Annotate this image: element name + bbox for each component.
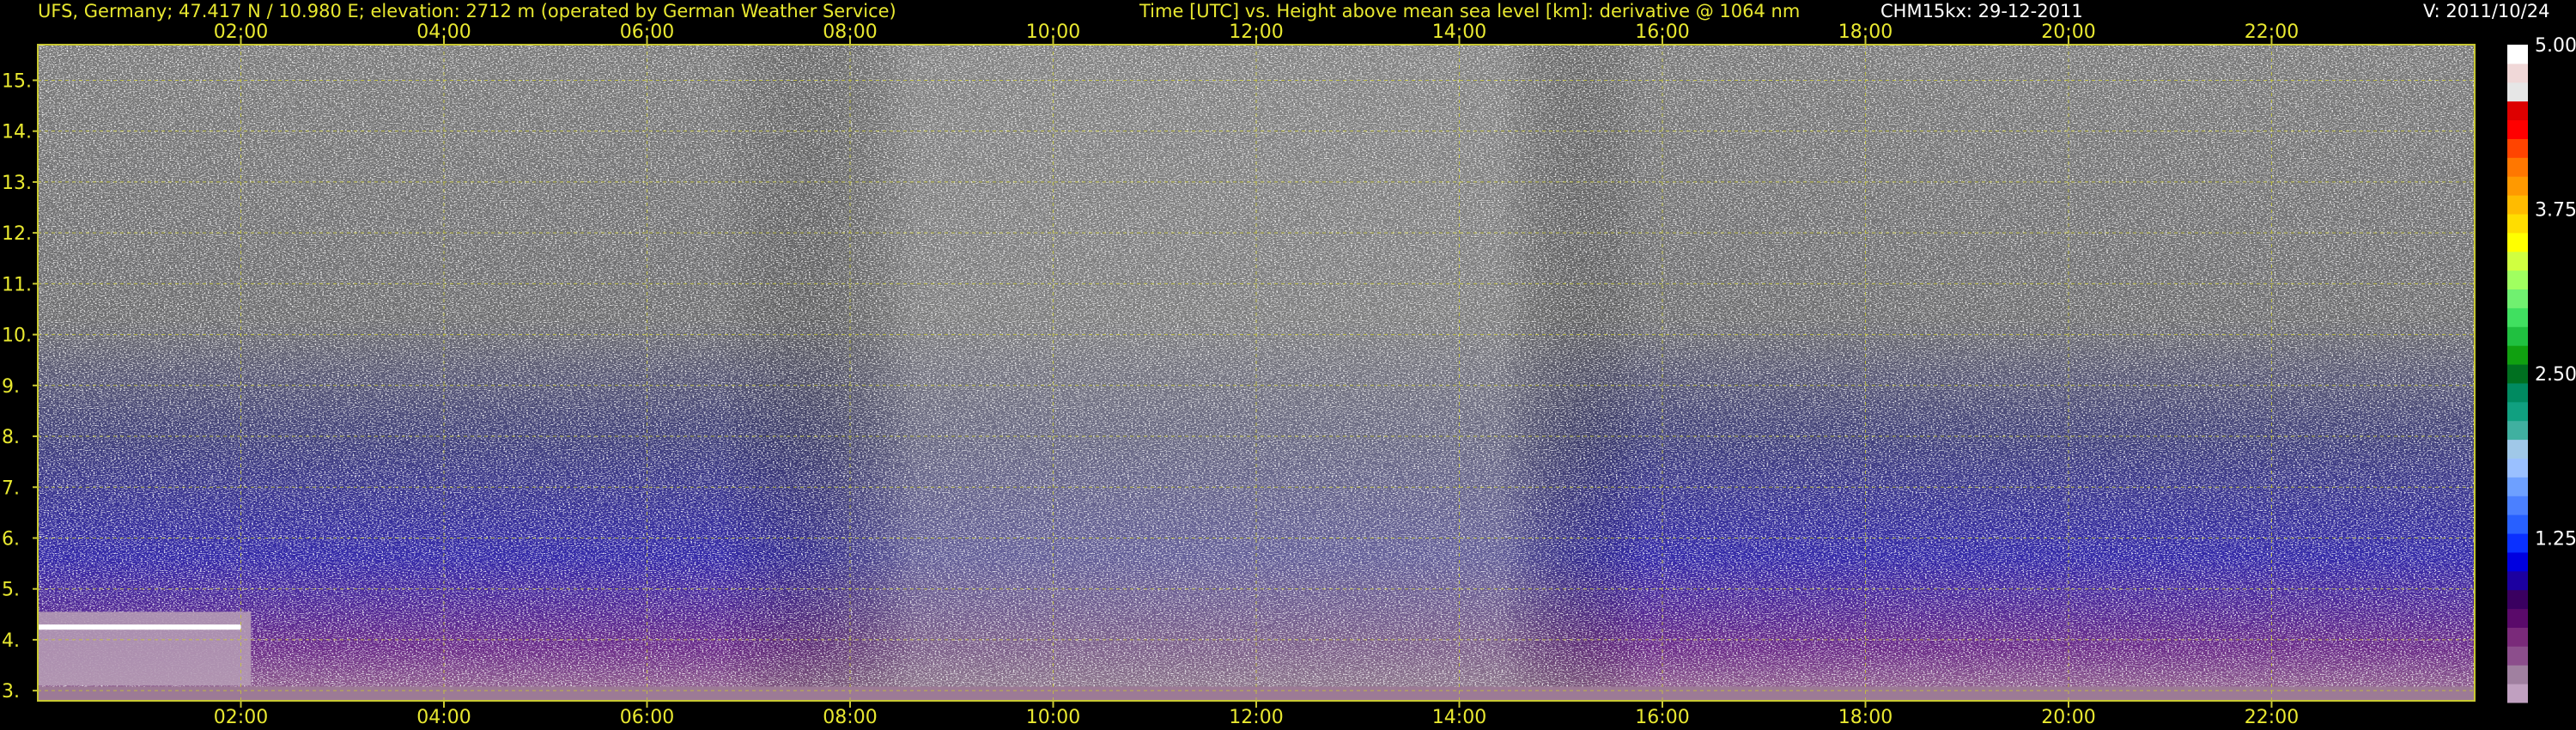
x-tick-label-bottom: 18:00 (1838, 707, 1893, 728)
x-tick-label-bottom: 22:00 (2245, 707, 2299, 728)
colorbar-swatch (2507, 326, 2528, 346)
colorbar-swatch (2507, 551, 2528, 572)
backscatter-chart: 02:00 02:00 04:00 04:00 06:00 06:00 08:00 08:00… (2, 21, 2576, 728)
x-tick-label-top: 04:00 (416, 21, 471, 43)
x-tick-label-bottom: 12:00 (1229, 707, 1283, 728)
y-tick-label: 7. (2, 478, 20, 499)
x-tick-label-bottom: 10:00 (1026, 707, 1080, 728)
colorbar-tick-label: 5.00 (2535, 35, 2576, 57)
x-tick-label-bottom: 02:00 (214, 707, 268, 728)
x-tick-label-bottom: 14:00 (1432, 707, 1486, 728)
colorbar-swatch (2507, 420, 2528, 441)
y-tick-label: 8. (2, 427, 20, 448)
colorbar: 5.00 3.75 2.50 1.25 (2507, 35, 2576, 703)
colorbar-swatch (2507, 82, 2528, 102)
colorbar-tick-label: 1.25 (2535, 529, 2576, 551)
colorbar-swatch (2507, 570, 2528, 591)
colorbar-swatch (2507, 195, 2528, 215)
colorbar-swatch (2507, 514, 2528, 534)
colorbar-swatch (2507, 45, 2528, 64)
y-tick-label: 3. (2, 681, 20, 703)
colorbar-swatch (2507, 251, 2528, 271)
x-tick-label-top: 06:00 (620, 21, 674, 43)
colorbar-swatch (2507, 401, 2528, 422)
colorbar-swatch (2507, 307, 2528, 327)
colorbar-swatch (2507, 232, 2528, 252)
colorbar-swatch (2507, 119, 2528, 139)
y-tick-label: 14. (2, 122, 32, 143)
x-tick-label-top: 08:00 (823, 21, 877, 43)
y-tick-label: 4. (2, 630, 20, 652)
y-tick-label: 5. (2, 580, 20, 601)
colorbar-swatch (2507, 138, 2528, 158)
low-cloud-layer (38, 611, 252, 686)
cloud-top-edge (38, 624, 241, 630)
x-tick-label-bottom: 06:00 (620, 707, 674, 728)
x-tick-label-top: 14:00 (1432, 21, 1486, 43)
colorbar-swatch (2507, 157, 2528, 177)
colorbar-swatch (2507, 665, 2528, 684)
colorbar-swatch (2507, 270, 2528, 290)
colorbar-swatch (2507, 496, 2528, 515)
y-tick-label: 12. (2, 223, 32, 245)
x-tick-label-top: 02:00 (214, 21, 268, 43)
colorbar-swatch (2507, 289, 2528, 308)
x-tick-label-bottom: 16:00 (1635, 707, 1689, 728)
x-tick-label-top: 20:00 (2041, 21, 2095, 43)
x-tick-label-top: 22:00 (2245, 21, 2299, 43)
y-tick-label: 11. (2, 274, 32, 295)
colorbar-swatch (2507, 627, 2528, 647)
colorbar-swatch (2507, 646, 2528, 666)
x-tick-label-top: 10:00 (1026, 21, 1080, 43)
colorbar-swatch (2507, 213, 2528, 234)
x-tick-label-bottom: 08:00 (823, 707, 877, 728)
colorbar-tick-label: 2.50 (2535, 364, 2576, 386)
colorbar-swatch (2507, 589, 2528, 610)
x-tick-label-top: 16:00 (1635, 21, 1689, 43)
x-tick-label-top: 18:00 (1838, 21, 1893, 43)
x-tick-label-bottom: 04:00 (416, 707, 471, 728)
colorbar-swatch (2507, 63, 2528, 83)
colorbar-swatch (2507, 684, 2528, 703)
colorbar-swatch (2507, 382, 2528, 403)
colorbar-swatch (2507, 458, 2528, 478)
colorbar-swatch (2507, 608, 2528, 628)
colorbar-swatch (2507, 477, 2528, 496)
colorbar-swatch (2507, 345, 2528, 365)
colorbar-tick-label: 3.75 (2535, 200, 2576, 222)
y-tick-label: 15. (2, 70, 32, 92)
x-tick-label-bottom: 20:00 (2041, 707, 2095, 728)
y-tick-label: 13. (2, 173, 32, 194)
colorbar-swatch (2507, 176, 2528, 196)
colorbar-swatch (2507, 364, 2528, 384)
colorbar-swatch (2507, 439, 2528, 459)
y-tick-label: 9. (2, 376, 20, 398)
ceilometer-figure: UFS, Germany; 47.417 N / 10.980 E; eleva… (0, 0, 2576, 730)
colorbar-swatch (2507, 100, 2528, 121)
y-tick-label: 10. (2, 325, 32, 347)
colorbar-swatch (2507, 533, 2528, 553)
y-tick-label: 6. (2, 528, 20, 550)
x-tick-label-top: 12:00 (1229, 21, 1283, 43)
